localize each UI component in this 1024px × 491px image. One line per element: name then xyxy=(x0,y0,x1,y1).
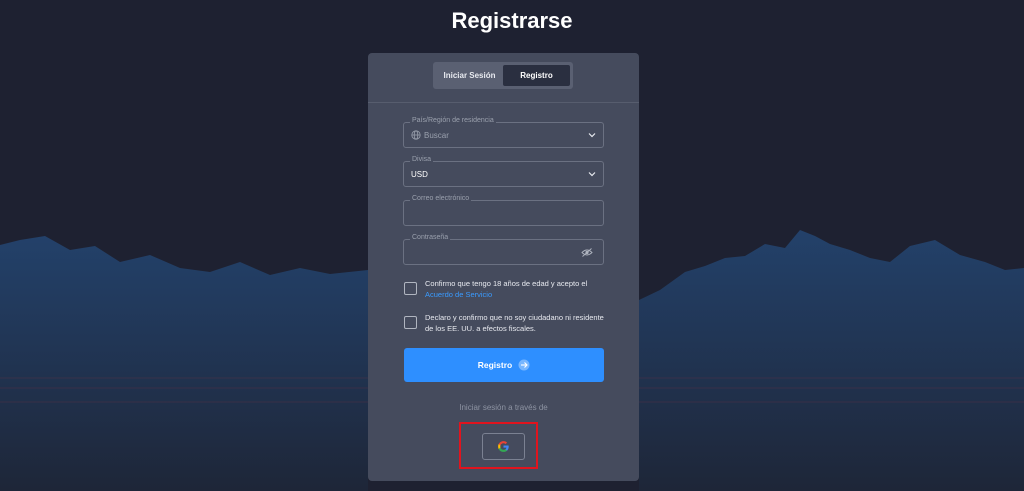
country-label: País/Región de residencia xyxy=(410,117,496,124)
email-label: Correo electrónico xyxy=(410,195,472,202)
service-agreement-link[interactable]: Acuerdo de Servicio xyxy=(425,289,605,300)
age-consent-label: Confirmo que tengo 18 años de edad y ace… xyxy=(425,279,588,288)
register-button[interactable]: Registro xyxy=(404,348,604,382)
google-login-button[interactable] xyxy=(482,433,525,460)
currency-label: Divisa xyxy=(410,156,434,163)
country-select[interactable]: País/Región de residencia Buscar xyxy=(403,117,604,148)
globe-icon xyxy=(411,130,421,140)
tab-login[interactable]: Iniciar Sesión xyxy=(436,65,503,86)
register-button-label: Registro xyxy=(477,360,513,370)
divider xyxy=(368,102,639,103)
page-title: Registrarse xyxy=(451,8,573,33)
arrow-right-circle-icon xyxy=(518,359,530,371)
age-consent-row: Confirmo que tengo 18 años de edad y ace… xyxy=(404,278,604,302)
password-label: Contraseña xyxy=(410,234,451,241)
age-consent-text: Confirmo que tengo 18 años de edad y ace… xyxy=(425,278,605,300)
currency-value: USD xyxy=(411,170,428,179)
tab-register[interactable]: Registro xyxy=(503,65,570,86)
chevron-down-icon xyxy=(588,133,596,138)
chevron-down-icon xyxy=(588,172,596,177)
registration-card: Iniciar Sesión Registro País/Región de r… xyxy=(368,53,639,481)
eye-slash-icon[interactable] xyxy=(581,248,593,257)
country-placeholder: Buscar xyxy=(424,131,449,140)
auth-tabs: Iniciar Sesión Registro xyxy=(433,62,573,89)
password-field[interactable]: Contraseña xyxy=(403,234,604,265)
social-login-caption: Iniciar sesión a través de xyxy=(459,403,548,412)
tax-declaration-text: Declaro y confirmo que no soy ciudadano … xyxy=(425,313,604,333)
google-icon xyxy=(498,441,509,452)
email-field[interactable]: Correo electrónico xyxy=(403,195,604,226)
currency-select[interactable]: Divisa USD xyxy=(403,156,604,187)
age-consent-checkbox[interactable] xyxy=(404,282,417,295)
tax-declaration-checkbox[interactable] xyxy=(404,316,417,329)
tax-declaration-row: Declaro y confirmo que no soy ciudadano … xyxy=(404,312,604,336)
